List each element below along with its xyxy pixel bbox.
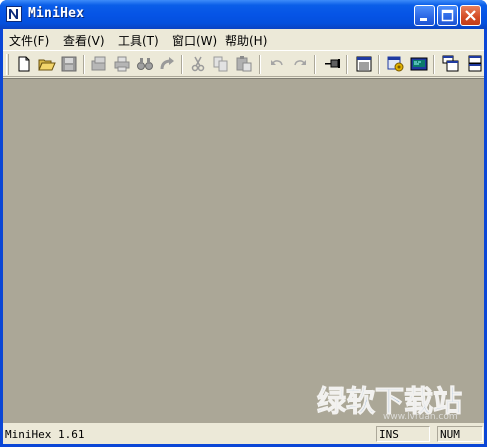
- window-title: MiniHex: [28, 6, 85, 21]
- menu-bar: 文件(F) 查看(V) 工具(T) 窗口(W) 帮助(H): [3, 29, 484, 49]
- undo-icon[interactable]: [268, 55, 286, 73]
- menu-help[interactable]: 帮助(H): [225, 32, 267, 49]
- open-folder-icon[interactable]: [38, 55, 56, 73]
- status-ins-panel: INS: [376, 426, 430, 442]
- status-num-panel: NUM: [437, 426, 483, 442]
- app-window: MiniHex 文件(F) 查看(V) 工具(T) 窗口(W) 帮助(H) 绿软…: [0, 0, 487, 447]
- toolbar-separator: [314, 55, 316, 74]
- status-ins: INS: [379, 428, 399, 441]
- svg-text:www.lvruan.com: www.lvruan.com: [383, 412, 458, 421]
- menu-tools[interactable]: 工具(T): [118, 32, 159, 49]
- toolbar-separator: [433, 55, 435, 74]
- mdi-client-area[interactable]: 绿软下载站 www.lvruan.com: [3, 78, 484, 423]
- maximize-button[interactable]: [437, 5, 458, 26]
- settings-icon[interactable]: [387, 55, 405, 73]
- minimize-button[interactable]: [414, 5, 435, 26]
- toolbar-separator: [346, 55, 348, 74]
- find-icon[interactable]: [136, 55, 154, 73]
- cascade-windows-icon[interactable]: [442, 55, 460, 73]
- status-num: NUM: [440, 428, 460, 441]
- pin-icon[interactable]: [323, 55, 341, 73]
- paste-icon[interactable]: [235, 55, 253, 73]
- save-icon[interactable]: [60, 55, 78, 73]
- menu-file[interactable]: 文件(F): [9, 32, 49, 49]
- tile-windows-icon[interactable]: [465, 55, 483, 73]
- status-bar: MiniHex 1.61 INS NUM: [3, 424, 484, 444]
- watermark-logo: 绿软下载站 www.lvruan.com: [317, 384, 463, 422]
- close-button[interactable]: [460, 5, 481, 26]
- document-view-icon[interactable]: [355, 55, 373, 73]
- new-file-icon[interactable]: [15, 55, 33, 73]
- print-icon[interactable]: [113, 55, 131, 73]
- toolbar-separator: [181, 55, 183, 74]
- display-icon[interactable]: [410, 55, 428, 73]
- app-icon[interactable]: [6, 6, 22, 22]
- title-bar[interactable]: MiniHex: [0, 0, 487, 29]
- toolbar-grip[interactable]: [6, 54, 9, 75]
- redo-search-icon[interactable]: [158, 55, 176, 73]
- toolbar-separator: [83, 55, 85, 74]
- status-text: MiniHex 1.61: [5, 428, 85, 441]
- copy-icon[interactable]: [212, 55, 230, 73]
- cut-icon[interactable]: [189, 55, 207, 73]
- toolbar-separator: [378, 55, 380, 74]
- menu-view[interactable]: 查看(V): [63, 32, 105, 49]
- window-frame: 文件(F) 查看(V) 工具(T) 窗口(W) 帮助(H) 绿软下载站 www.…: [3, 29, 484, 444]
- menu-window[interactable]: 窗口(W): [172, 32, 217, 49]
- toolbar-separator: [259, 55, 261, 74]
- toolbar: [3, 50, 484, 77]
- properties-icon[interactable]: [90, 55, 108, 73]
- redo-icon[interactable]: [291, 55, 309, 73]
